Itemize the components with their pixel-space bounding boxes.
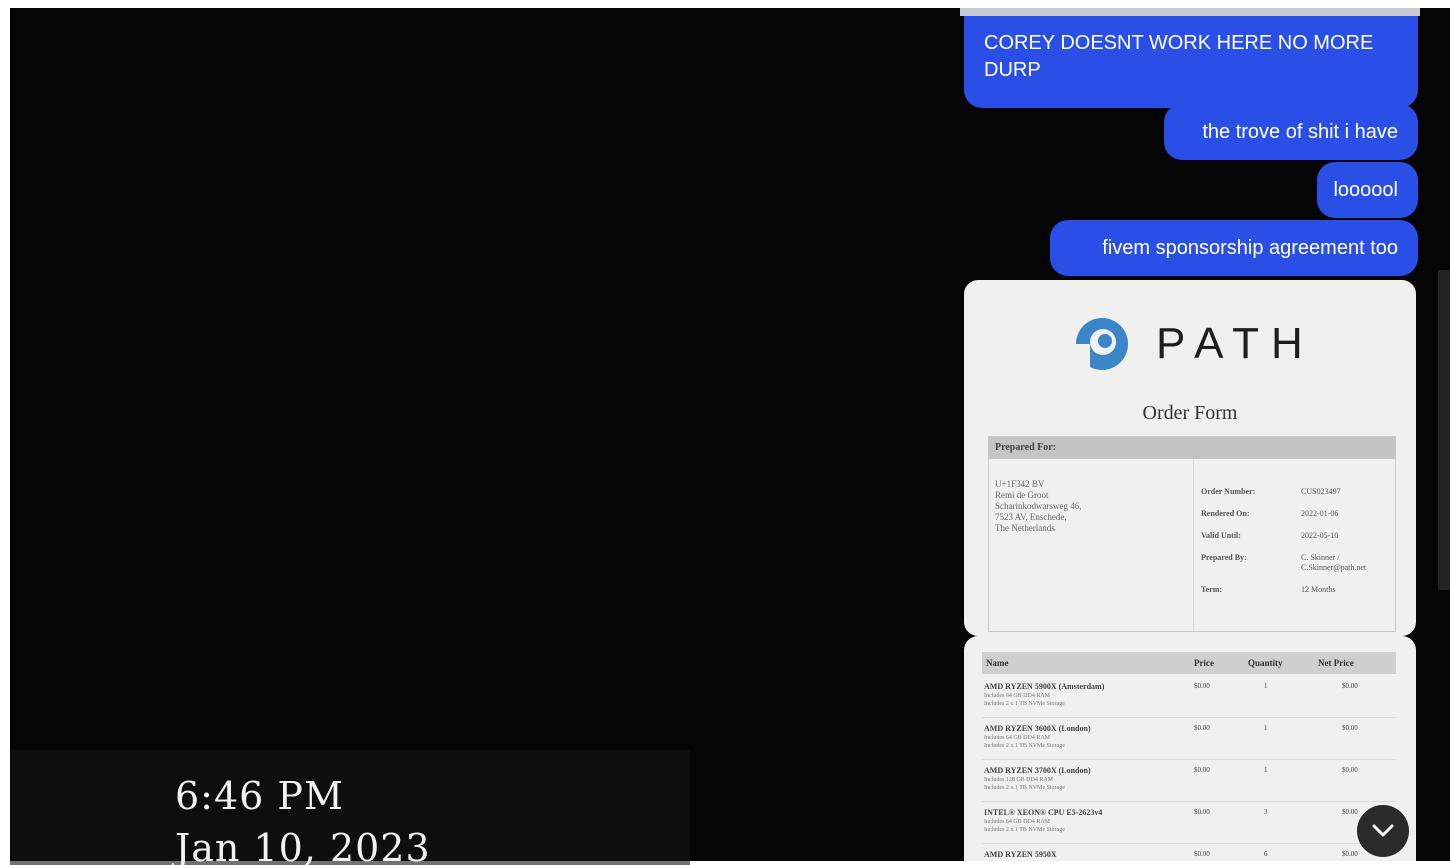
chevron-down-icon: [1372, 824, 1394, 837]
video-frame: 6:46 PM Jan 10, 2023 COREY DOESNT WORK H…: [0, 0, 1450, 865]
message-bubble[interactable]: the trove of shit i have: [1164, 104, 1418, 160]
meta-key: Prepared By:: [1201, 553, 1247, 562]
image-attachment-order-table[interactable]: Name Price Quantity Net Price AMD RYZEN …: [964, 636, 1416, 861]
cell-spec: Includes 2 x 1 TB NVMe Storage: [984, 785, 1065, 791]
meta-value: C. Skinner / C.Skinner@path.net: [1301, 553, 1367, 572]
scroll-to-bottom-button[interactable]: [1357, 805, 1409, 857]
path-logo: PATH: [1072, 314, 1352, 374]
order-meta: Order Number: CUS023497 Rendered On: 2022-…: [1201, 487, 1391, 607]
cell-price: $0.00: [1194, 808, 1210, 816]
cell-spec: Includes 2 x 1 TB NVMe Storage: [984, 827, 1065, 833]
meta-value: 2022-05-10: [1301, 531, 1339, 540]
message-bubble[interactable]: fivem sponsorship agreement too: [1050, 220, 1418, 276]
cell-net: $0.00: [1342, 766, 1358, 774]
cell-qty: 1: [1264, 724, 1268, 732]
cell-name: AMD RYZEN 3700X (London): [984, 766, 1091, 775]
device-edge: [1438, 270, 1450, 590]
cell-price: $0.00: [1194, 766, 1210, 774]
cell-spec: Includes 128 GB DD4 RAM: [984, 777, 1053, 783]
chat-thread[interactable]: COREY DOESNT WORK HERE NO MORE DURP the …: [960, 8, 1420, 861]
cell-price: $0.00: [1194, 850, 1210, 858]
image-attachment-order-form[interactable]: PATH Order Form Prepared For: U+1F342 BV…: [964, 280, 1416, 636]
message-text: loooool: [1333, 178, 1398, 201]
cell-name: AMD RYZEN 5900X (Amsterdam): [984, 682, 1105, 691]
cell-net: $0.00: [1342, 850, 1358, 858]
meta-key: Order Number:: [1201, 487, 1256, 496]
cell-spec: Includes 2 x 1 TB NVMe Storage: [984, 743, 1065, 749]
address-line: U+1F342 BV: [995, 479, 1045, 489]
table-row: AMD RYZEN 3700X (London) Includes 128 GB …: [982, 760, 1396, 802]
timestamp-time: 6:46 PM: [175, 774, 344, 818]
address-line: 7523 AV, Enschede,: [995, 512, 1067, 522]
table-row: AMD RYZEN 5950XIncludes 128 GB DD4 RAM$0…: [982, 844, 1396, 861]
cell-net: $0.00: [1342, 724, 1358, 732]
message-bubble[interactable]: loooool: [1317, 162, 1418, 218]
timestamp-overlay: 6:46 PM Jan 10, 2023: [175, 770, 431, 865]
header-price: Price: [1194, 658, 1214, 668]
path-logo-icon: [1076, 318, 1128, 372]
address-block: U+1F342 BV Remi de Groot Scharinkodwarsw…: [995, 479, 1185, 534]
meta-value: 2022-01-06: [1301, 509, 1339, 518]
cell-net: $0.00: [1342, 808, 1358, 816]
frame-border-top: [0, 0, 1450, 8]
cell-qty: 6: [1264, 850, 1268, 858]
table-row: INTEL® XEON® CPU E5-2623v4 Includes 64 GB…: [982, 802, 1396, 844]
cell-qty: 3: [1264, 808, 1268, 816]
prepared-for-label: Prepared For:: [989, 437, 1395, 459]
meta-key: Term:: [1201, 585, 1223, 594]
timestamp-date: Jan 10, 2023: [175, 826, 431, 865]
meta-row: Rendered On: 2022-01-06: [1201, 509, 1391, 519]
meta-key: Rendered On:: [1201, 509, 1250, 518]
cell-spec: Includes 64 GB DD4 RAM: [984, 693, 1050, 699]
cell-spec: Includes 64 GB DD4 RAM: [984, 819, 1050, 825]
cell-name: AMD RYZEN 3600X (London): [984, 724, 1091, 733]
meta-value: CUS023497: [1301, 487, 1341, 496]
meta-row: Prepared By: C. Skinner / C.Skinner@path.…: [1201, 553, 1391, 573]
meta-key: Valid Until:: [1201, 531, 1241, 540]
chat-top-edge: [960, 8, 1420, 16]
header-quantity: Quantity: [1248, 658, 1283, 668]
form-title: Order Form: [1142, 402, 1238, 424]
cell-qty: 1: [1264, 682, 1268, 690]
meta-row: Term: 12 Months: [1201, 585, 1391, 595]
frame-border-left: [0, 0, 10, 865]
cell-name: AMD RYZEN 5950X: [984, 850, 1057, 859]
header-name: Name: [986, 658, 1009, 668]
address-line: Remi de Groot: [995, 490, 1049, 500]
cell-name: INTEL® XEON® CPU E5-2623v4: [984, 808, 1103, 817]
prepared-for-box: Prepared For: U+1F342 BV Remi de Groot S…: [988, 436, 1396, 632]
cell-spec: Includes 2 x 1 TB NVMe Storage: [984, 701, 1065, 707]
table-header: Name Price Quantity Net Price: [982, 652, 1396, 674]
cell-price: $0.00: [1194, 682, 1210, 690]
meta-row: Order Number: CUS023497: [1201, 487, 1391, 497]
column-divider: [1193, 459, 1194, 631]
cell-price: $0.00: [1194, 724, 1210, 732]
logo-text: PATH: [1156, 319, 1315, 368]
cell-net: $0.00: [1342, 682, 1358, 690]
header-net-price: Net Price: [1318, 658, 1354, 668]
meta-value: 12 Months: [1301, 585, 1336, 594]
table-row: AMD RYZEN 3600X (London) Includes 64 GB D…: [982, 718, 1396, 760]
meta-row: Valid Until: 2022-05-10: [1201, 531, 1391, 541]
message-text: the trove of shit i have: [1202, 120, 1398, 143]
cell-qty: 1: [1264, 766, 1268, 774]
address-line: The Netherlands: [995, 523, 1055, 533]
table-row: AMD RYZEN 5900X (Amsterdam) Includes 64 G…: [982, 676, 1396, 718]
message-text: fivem sponsorship agreement too: [1102, 236, 1398, 259]
address-line: Scharinkodwarsweg 46,: [995, 501, 1082, 511]
message-text: COREY DOESNT WORK HERE NO MORE DURP: [984, 32, 1374, 81]
message-bubble[interactable]: COREY DOESNT WORK HERE NO MORE DURP: [964, 16, 1418, 108]
cell-spec: Includes 64 GB DD4 RAM: [984, 735, 1050, 741]
